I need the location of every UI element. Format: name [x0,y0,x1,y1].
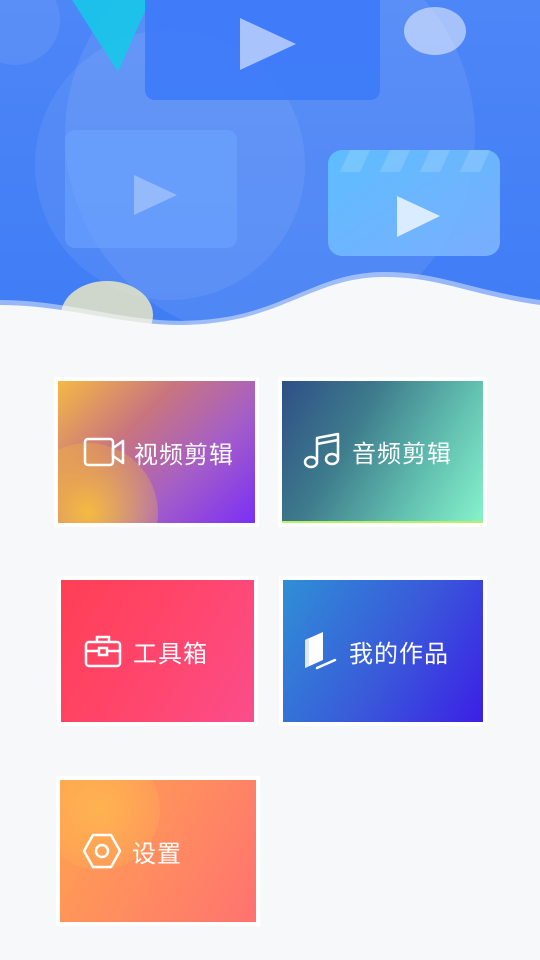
video-camera-icon [82,430,126,474]
hexagon-gear-icon [80,829,124,873]
book-icon [297,629,341,673]
toolbox-label: 工具箱 [133,639,208,668]
header-banner [0,0,540,340]
settings-label: 设置 [132,839,182,868]
video-edit-label: 视频剪辑 [134,440,234,469]
my-works-label: 我的作品 [349,639,449,668]
banner-illustration [0,0,540,340]
toolbox-icon [81,629,125,673]
audio-edit-button[interactable]: 音频剪辑 [282,381,483,523]
video-edit-button[interactable]: 视频剪辑 [58,381,255,523]
my-works-button[interactable]: 我的作品 [283,580,483,722]
audio-edit-label: 音频剪辑 [352,439,452,468]
settings-button[interactable]: 设置 [60,780,256,922]
music-note-icon [300,429,344,473]
toolbox-button[interactable]: 工具箱 [61,580,254,722]
